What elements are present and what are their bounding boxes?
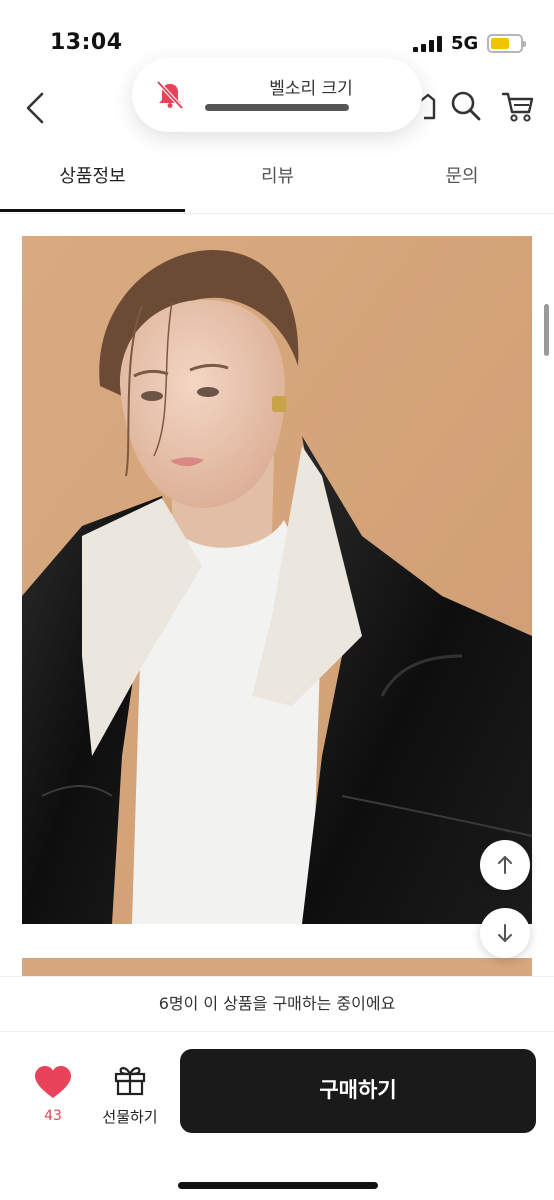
gift-button[interactable]: 선물하기 [96,1064,164,1127]
arrow-up-icon [498,856,512,874]
bottom-action-bar: 43 선물하기 구매하기 [0,1032,554,1200]
like-count: 43 [44,1108,62,1124]
purchase-activity-note: 6명이 이 상품을 구매하는 중이에요 [0,976,554,1032]
status-time: 13:04 [50,30,123,55]
product-image-next [22,958,532,978]
active-tab-indicator [0,209,185,212]
buy-button[interactable]: 구매하기 [180,1049,536,1133]
network-type: 5G [451,33,479,54]
volume-label: 벨소리 크기 [269,79,353,99]
tab-inquiry[interactable]: 문의 [370,162,554,188]
home-indicator[interactable] [178,1182,378,1189]
chevron-left-icon[interactable] [22,90,52,126]
signal-icon [413,36,442,52]
scroll-down-button[interactable] [480,908,530,958]
product-image [22,236,532,924]
volume-slider[interactable] [205,104,349,111]
heart-icon [35,1066,71,1098]
bell-slash-icon [156,80,184,110]
scroll-up-button[interactable] [480,840,530,890]
product-photo-illustration [22,236,532,924]
tab-reviews[interactable]: 리뷰 [185,162,370,188]
volume-hud: 벨소리 크기 [132,58,422,132]
cart-icon[interactable] [500,88,536,124]
gift-label: 선물하기 [102,1108,158,1126]
scroll-indicator[interactable] [544,304,549,356]
battery-icon [487,34,526,53]
gift-icon [114,1067,146,1096]
product-tabs: 상품정보 리뷰 문의 [0,150,554,214]
tab-product-info[interactable]: 상품정보 [0,162,185,188]
search-icon[interactable] [448,88,484,124]
arrow-down-icon [498,924,512,942]
like-button[interactable]: 43 [34,1066,72,1124]
